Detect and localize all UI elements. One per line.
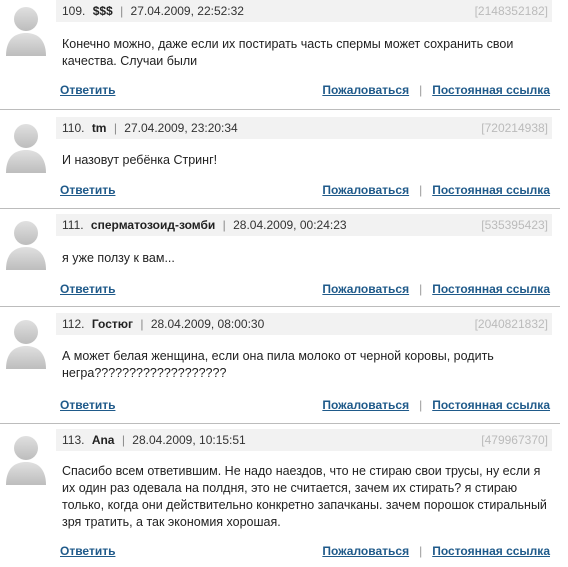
user-avatar-icon xyxy=(6,7,46,56)
comment-actions: Ответить Пожаловаться | Постоянная ссылка xyxy=(60,397,550,413)
avatar xyxy=(4,315,48,369)
header-separator: | xyxy=(140,317,144,331)
comment-author[interactable]: tm xyxy=(92,121,107,135)
comment-header: 113. Ana | 28.04.2009, 10:15:51 [4799673… xyxy=(56,429,552,451)
comment-divider xyxy=(0,423,560,424)
comment-text: Конечно можно, даже если их постирать ча… xyxy=(62,37,514,68)
avatar xyxy=(4,2,48,56)
header-separator: | xyxy=(222,218,226,232)
comment-112: 112. Гостюг | 28.04.2009, 08:00:30 [2040… xyxy=(0,313,560,423)
permalink-link[interactable]: Постоянная ссылка xyxy=(432,83,550,97)
header-separator: | xyxy=(113,121,117,135)
complain-link[interactable]: Пожаловаться xyxy=(322,83,409,97)
comment-header: 110. tm | 27.04.2009, 23:20:34 [72021493… xyxy=(56,117,552,139)
comment-actions: Ответить Пожаловаться | Постоянная ссылка xyxy=(60,82,550,98)
comment-author[interactable]: сперматозоид-зомби xyxy=(91,218,215,232)
comment-number: 111. xyxy=(62,218,84,232)
comment-divider xyxy=(0,109,560,110)
permalink-link[interactable]: Постоянная ссылка xyxy=(432,282,550,296)
comment-id: [479967370] xyxy=(481,433,548,447)
comment-text: Спасибо всем ответившим. Не надо наездов… xyxy=(62,464,547,529)
complain-link[interactable]: Пожаловаться xyxy=(322,183,409,197)
user-avatar-icon xyxy=(6,436,46,485)
user-avatar-icon xyxy=(6,221,46,270)
comment-divider xyxy=(0,208,560,209)
comment-id: [535395423] xyxy=(481,218,548,232)
complain-link[interactable]: Пожаловаться xyxy=(322,282,409,296)
comment-date: 27.04.2009, 22:52:32 xyxy=(130,4,244,18)
comment-109: 109. $$$ | 27.04.2009, 22:52:32 [2148352… xyxy=(0,0,560,110)
comment-header: 112. Гостюг | 28.04.2009, 08:00:30 [2040… xyxy=(56,313,552,335)
user-avatar-icon xyxy=(6,320,46,369)
link-separator: | xyxy=(419,544,423,558)
comment-date: 28.04.2009, 10:15:51 xyxy=(132,433,246,447)
comment-header: 111. сперматозоид-зомби | 28.04.2009, 00… xyxy=(56,214,552,236)
header-separator: | xyxy=(121,433,125,447)
reply-link[interactable]: Ответить xyxy=(60,543,115,559)
comment-text: А может белая женщина, если она пила мол… xyxy=(62,349,494,380)
permalink-link[interactable]: Постоянная ссылка xyxy=(432,544,550,558)
comment-text: И назовут ребёнка Стринг! xyxy=(62,153,218,167)
link-separator: | xyxy=(419,83,423,97)
comment-date: 27.04.2009, 23:20:34 xyxy=(124,121,238,135)
comment-actions: Ответить Пожаловаться | Постоянная ссылка xyxy=(60,281,550,297)
reply-link[interactable]: Ответить xyxy=(60,182,115,198)
link-separator: | xyxy=(419,398,423,412)
comment-divider xyxy=(0,306,560,307)
comment-number: 109. xyxy=(62,4,86,18)
comment-author[interactable]: $$$ xyxy=(93,4,113,18)
comment-110: 110. tm | 27.04.2009, 23:20:34 [72021493… xyxy=(0,117,560,209)
comment-actions: Ответить Пожаловаться | Постоянная ссылка xyxy=(60,543,550,559)
comment-113: 113. Ana | 28.04.2009, 10:15:51 [4799673… xyxy=(0,429,560,567)
comment-id: [2040821832] xyxy=(474,317,548,331)
user-avatar-icon xyxy=(6,124,46,173)
comment-date: 28.04.2009, 00:24:23 xyxy=(233,218,347,232)
comment-number: 112. xyxy=(62,317,85,331)
comment-number: 110. xyxy=(62,121,85,135)
comment-author[interactable]: Ana xyxy=(92,433,115,447)
comment-111: 111. сперматозоид-зомби | 28.04.2009, 00… xyxy=(0,214,560,306)
comment-id: [2148352182] xyxy=(474,4,548,18)
link-separator: | xyxy=(419,183,423,197)
comment-header: 109. $$$ | 27.04.2009, 22:52:32 [2148352… xyxy=(56,0,552,22)
reply-link[interactable]: Ответить xyxy=(60,281,115,297)
comment-number: 113. xyxy=(62,433,85,447)
avatar xyxy=(4,216,48,270)
comment-text: я уже ползу к вам... xyxy=(62,251,175,265)
comment-id: [720214938] xyxy=(481,121,548,135)
complain-link[interactable]: Пожаловаться xyxy=(322,398,409,412)
comment-date: 28.04.2009, 08:00:30 xyxy=(150,317,265,331)
permalink-link[interactable]: Постоянная ссылка xyxy=(432,398,550,412)
comment-actions: Ответить Пожаловаться | Постоянная ссылка xyxy=(60,182,550,198)
permalink-link[interactable]: Постоянная ссылка xyxy=(432,183,550,197)
header-separator: | xyxy=(120,4,124,18)
reply-link[interactable]: Ответить xyxy=(60,397,115,413)
complain-link[interactable]: Пожаловаться xyxy=(322,544,409,558)
avatar xyxy=(4,431,48,485)
reply-link[interactable]: Ответить xyxy=(60,82,115,98)
avatar xyxy=(4,119,48,173)
comment-author[interactable]: Гостюг xyxy=(92,317,133,331)
link-separator: | xyxy=(419,282,423,296)
